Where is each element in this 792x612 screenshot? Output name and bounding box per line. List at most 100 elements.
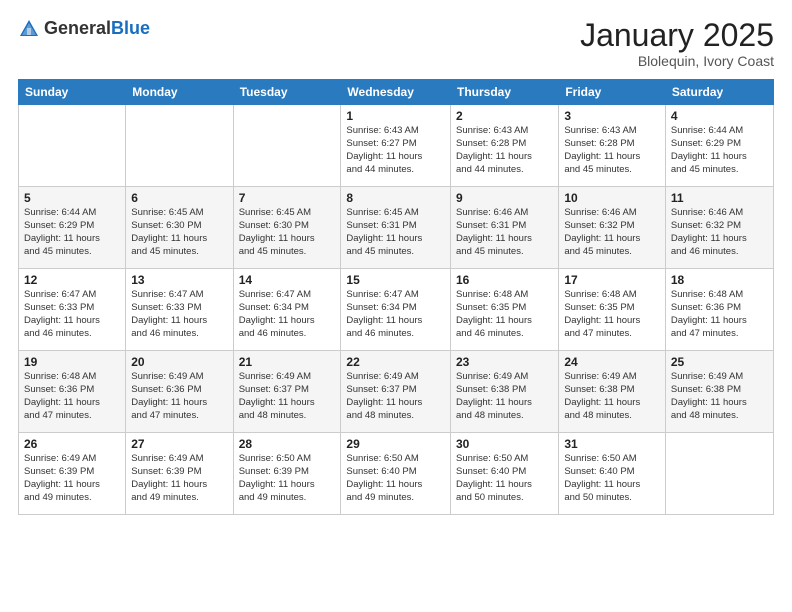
- page: GeneralBlue January 2025 Blolequin, Ivor…: [0, 0, 792, 612]
- calendar-week-3: 12 Sunrise: 6:47 AM Sunset: 6:33 PM Dayli…: [19, 269, 774, 351]
- calendar-table: SundayMondayTuesdayWednesdayThursdayFrid…: [18, 79, 774, 515]
- day-info: Sunrise: 6:47 AM Sunset: 6:34 PM Dayligh…: [239, 289, 336, 340]
- day-info: Sunrise: 6:47 AM Sunset: 6:33 PM Dayligh…: [24, 289, 120, 340]
- calendar-cell: 2 Sunrise: 6:43 AM Sunset: 6:28 PM Daylig…: [451, 105, 559, 187]
- day-number: 6: [131, 191, 227, 205]
- calendar-cell: 23Sunrise: 6:49 AM Sunset: 6:38 PM Dayli…: [451, 351, 559, 433]
- logo-text: GeneralBlue: [44, 19, 150, 39]
- calendar-cell: 31 Sunrise: 6:50 AM Sunset: 6:40 PM Dayli…: [559, 433, 666, 515]
- weekday-header-sunday: Sunday: [19, 80, 126, 105]
- calendar-cell: 22Sunrise: 6:49 AM Sunset: 6:37 PM Dayli…: [341, 351, 451, 433]
- weekday-header-saturday: Saturday: [665, 80, 773, 105]
- calendar-cell: 26 Sunrise: 6:49 AM Sunset: 6:39 PM Dayli…: [19, 433, 126, 515]
- day-number: 17: [564, 273, 660, 287]
- day-number: 15: [346, 273, 445, 287]
- calendar-cell: 18Sunrise: 6:48 AM Sunset: 6:36 PM Dayli…: [665, 269, 773, 351]
- day-info: Sunrise: 6:48 AM Sunset: 6:36 PM Dayligh…: [671, 289, 768, 340]
- calendar-cell: 9Sunrise: 6:46 AM Sunset: 6:31 PM Daylig…: [451, 187, 559, 269]
- weekday-header-row: SundayMondayTuesdayWednesdayThursdayFrid…: [19, 80, 774, 105]
- day-number: 5: [24, 191, 120, 205]
- day-info: Sunrise: 6:48 AM Sunset: 6:36 PM Dayligh…: [24, 371, 120, 422]
- calendar-cell: 1Sunrise: 6:43 AM Sunset: 6:27 PM Daylig…: [341, 105, 451, 187]
- day-info: Sunrise: 6:46 AM Sunset: 6:32 PM Dayligh…: [671, 207, 768, 258]
- calendar-cell: 4Sunrise: 6:44 AM Sunset: 6:29 PM Daylig…: [665, 105, 773, 187]
- calendar-cell: 30Sunrise: 6:50 AM Sunset: 6:40 PM Dayli…: [451, 433, 559, 515]
- day-number: 26: [24, 437, 120, 451]
- day-number: 14: [239, 273, 336, 287]
- day-info: Sunrise: 6:47 AM Sunset: 6:34 PM Dayligh…: [346, 289, 445, 340]
- calendar-cell: 27Sunrise: 6:49 AM Sunset: 6:39 PM Dayli…: [126, 433, 233, 515]
- calendar-cell: 14 Sunrise: 6:47 AM Sunset: 6:34 PM Dayli…: [233, 269, 341, 351]
- day-info: Sunrise: 6:46 AM Sunset: 6:31 PM Dayligh…: [456, 207, 553, 258]
- day-info: Sunrise: 6:43 AM Sunset: 6:27 PM Dayligh…: [346, 125, 445, 176]
- calendar-week-2: 5Sunrise: 6:44 AM Sunset: 6:29 PM Daylig…: [19, 187, 774, 269]
- logo-blue: Blue: [111, 19, 150, 39]
- day-number: 11: [671, 191, 768, 205]
- day-number: 12: [24, 273, 120, 287]
- day-number: 13: [131, 273, 227, 287]
- logo: GeneralBlue: [18, 18, 150, 40]
- weekday-header-friday: Friday: [559, 80, 666, 105]
- day-number: 25: [671, 355, 768, 369]
- calendar-location: Blolequin, Ivory Coast: [580, 53, 774, 69]
- day-info: Sunrise: 6:45 AM Sunset: 6:30 PM Dayligh…: [131, 207, 227, 258]
- calendar-cell: 6 Sunrise: 6:45 AM Sunset: 6:30 PM Daylig…: [126, 187, 233, 269]
- calendar-cell: [233, 105, 341, 187]
- calendar-cell: 3Sunrise: 6:43 AM Sunset: 6:28 PM Daylig…: [559, 105, 666, 187]
- calendar-cell: 21 Sunrise: 6:49 AM Sunset: 6:37 PM Dayli…: [233, 351, 341, 433]
- logo-icon: [18, 18, 40, 40]
- calendar-cell: 13Sunrise: 6:47 AM Sunset: 6:33 PM Dayli…: [126, 269, 233, 351]
- day-number: 10: [564, 191, 660, 205]
- weekday-header-thursday: Thursday: [451, 80, 559, 105]
- day-info: Sunrise: 6:50 AM Sunset: 6:40 PM Dayligh…: [564, 453, 660, 504]
- day-info: Sunrise: 6:43 AM Sunset: 6:28 PM Dayligh…: [456, 125, 553, 176]
- calendar-cell: 19Sunrise: 6:48 AM Sunset: 6:36 PM Dayli…: [19, 351, 126, 433]
- day-number: 24: [564, 355, 660, 369]
- weekday-header-wednesday: Wednesday: [341, 80, 451, 105]
- calendar-cell: [19, 105, 126, 187]
- day-info: Sunrise: 6:50 AM Sunset: 6:40 PM Dayligh…: [346, 453, 445, 504]
- day-info: Sunrise: 6:48 AM Sunset: 6:35 PM Dayligh…: [564, 289, 660, 340]
- day-info: Sunrise: 6:49 AM Sunset: 6:37 PM Dayligh…: [239, 371, 336, 422]
- day-number: 8: [346, 191, 445, 205]
- calendar-cell: [126, 105, 233, 187]
- day-number: 21: [239, 355, 336, 369]
- day-number: 7: [239, 191, 336, 205]
- day-number: 23: [456, 355, 553, 369]
- day-number: 16: [456, 273, 553, 287]
- day-info: Sunrise: 6:49 AM Sunset: 6:38 PM Dayligh…: [564, 371, 660, 422]
- day-info: Sunrise: 6:46 AM Sunset: 6:32 PM Dayligh…: [564, 207, 660, 258]
- day-number: 30: [456, 437, 553, 451]
- day-info: Sunrise: 6:50 AM Sunset: 6:39 PM Dayligh…: [239, 453, 336, 504]
- day-number: 20: [131, 355, 227, 369]
- day-number: 27: [131, 437, 227, 451]
- calendar-cell: 8 Sunrise: 6:45 AM Sunset: 6:31 PM Daylig…: [341, 187, 451, 269]
- day-info: Sunrise: 6:49 AM Sunset: 6:37 PM Dayligh…: [346, 371, 445, 422]
- day-info: Sunrise: 6:49 AM Sunset: 6:36 PM Dayligh…: [131, 371, 227, 422]
- calendar-title: January 2025: [580, 18, 774, 53]
- title-block: January 2025 Blolequin, Ivory Coast: [580, 18, 774, 69]
- calendar-week-5: 26 Sunrise: 6:49 AM Sunset: 6:39 PM Dayli…: [19, 433, 774, 515]
- day-number: 2: [456, 109, 553, 123]
- calendar-week-1: 1Sunrise: 6:43 AM Sunset: 6:27 PM Daylig…: [19, 105, 774, 187]
- day-number: 29: [346, 437, 445, 451]
- day-number: 4: [671, 109, 768, 123]
- calendar-cell: 17 Sunrise: 6:48 AM Sunset: 6:35 PM Dayli…: [559, 269, 666, 351]
- calendar-cell: 10 Sunrise: 6:46 AM Sunset: 6:32 PM Dayli…: [559, 187, 666, 269]
- calendar-cell: 24 Sunrise: 6:49 AM Sunset: 6:38 PM Dayli…: [559, 351, 666, 433]
- calendar-cell: 29 Sunrise: 6:50 AM Sunset: 6:40 PM Dayli…: [341, 433, 451, 515]
- calendar-cell: 16Sunrise: 6:48 AM Sunset: 6:35 PM Dayli…: [451, 269, 559, 351]
- day-info: Sunrise: 6:49 AM Sunset: 6:38 PM Dayligh…: [671, 371, 768, 422]
- header: GeneralBlue January 2025 Blolequin, Ivor…: [18, 18, 774, 69]
- calendar-cell: [665, 433, 773, 515]
- day-info: Sunrise: 6:45 AM Sunset: 6:31 PM Dayligh…: [346, 207, 445, 258]
- calendar-cell: 11 Sunrise: 6:46 AM Sunset: 6:32 PM Dayli…: [665, 187, 773, 269]
- calendar-week-4: 19Sunrise: 6:48 AM Sunset: 6:36 PM Dayli…: [19, 351, 774, 433]
- calendar-cell: 12 Sunrise: 6:47 AM Sunset: 6:33 PM Dayli…: [19, 269, 126, 351]
- logo-general: General: [44, 19, 111, 39]
- weekday-header-tuesday: Tuesday: [233, 80, 341, 105]
- day-info: Sunrise: 6:49 AM Sunset: 6:39 PM Dayligh…: [24, 453, 120, 504]
- day-number: 31: [564, 437, 660, 451]
- calendar-cell: 20 Sunrise: 6:49 AM Sunset: 6:36 PM Dayli…: [126, 351, 233, 433]
- calendar-cell: 25 Sunrise: 6:49 AM Sunset: 6:38 PM Dayli…: [665, 351, 773, 433]
